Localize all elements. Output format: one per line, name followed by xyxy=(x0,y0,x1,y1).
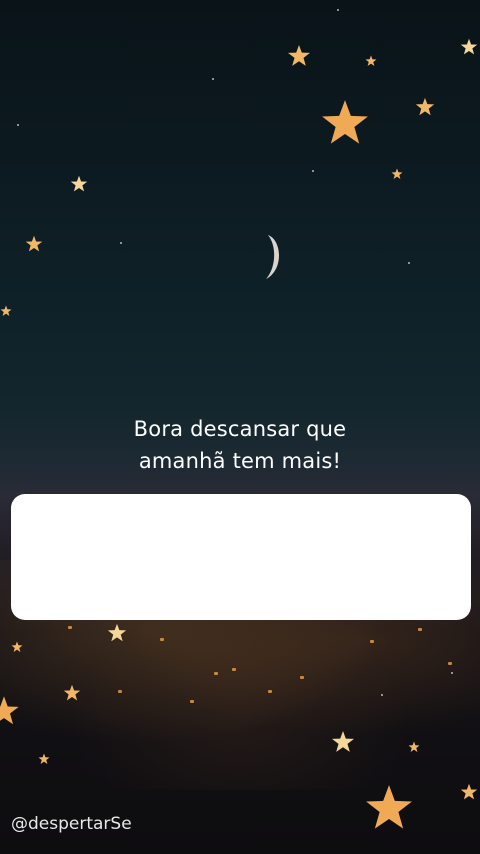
tiny-star xyxy=(312,170,314,172)
tiny-star xyxy=(212,78,214,80)
star-icon xyxy=(415,97,435,117)
star-icon xyxy=(364,783,414,833)
star-icon xyxy=(63,684,81,702)
star-icon xyxy=(287,44,311,68)
city-light xyxy=(418,628,422,631)
tiny-star xyxy=(337,9,339,11)
city-light xyxy=(300,676,304,679)
star-icon xyxy=(70,175,88,193)
tiny-star xyxy=(381,694,383,696)
star-icon xyxy=(320,98,370,148)
star-icon xyxy=(107,623,127,643)
star-icon xyxy=(391,168,403,180)
caption-line-1: Bora descansar que xyxy=(133,417,347,441)
star-icon xyxy=(460,38,478,56)
tiny-star xyxy=(408,262,410,264)
tiny-star xyxy=(451,672,453,674)
city-light xyxy=(118,690,122,693)
story-caption: Bora descansar que amanhã tem mais! xyxy=(0,413,480,477)
star-icon xyxy=(0,305,12,317)
tiny-star xyxy=(17,124,19,126)
caption-line-2: amanhã tem mais! xyxy=(138,449,342,473)
city-light xyxy=(448,662,452,665)
question-answer-box[interactable] xyxy=(11,494,471,620)
tiny-star xyxy=(120,242,122,244)
star-icon xyxy=(408,741,420,753)
city-light xyxy=(268,690,272,693)
city-light xyxy=(160,638,164,641)
star-icon xyxy=(11,641,23,653)
city-light xyxy=(190,700,194,703)
crescent-moon-icon xyxy=(256,234,284,280)
city-light xyxy=(214,672,218,675)
account-handle: @despertarSe xyxy=(11,814,132,834)
city-light xyxy=(68,626,72,629)
star-icon xyxy=(365,55,377,67)
star-icon xyxy=(0,695,20,727)
star-icon xyxy=(38,753,50,765)
city-light xyxy=(370,640,374,643)
star-icon xyxy=(331,730,355,754)
story-screen: { "story": { "caption_line_1": "Bora des… xyxy=(0,0,480,854)
star-icon xyxy=(460,783,478,801)
star-icon xyxy=(25,235,43,253)
city-light xyxy=(232,668,236,671)
